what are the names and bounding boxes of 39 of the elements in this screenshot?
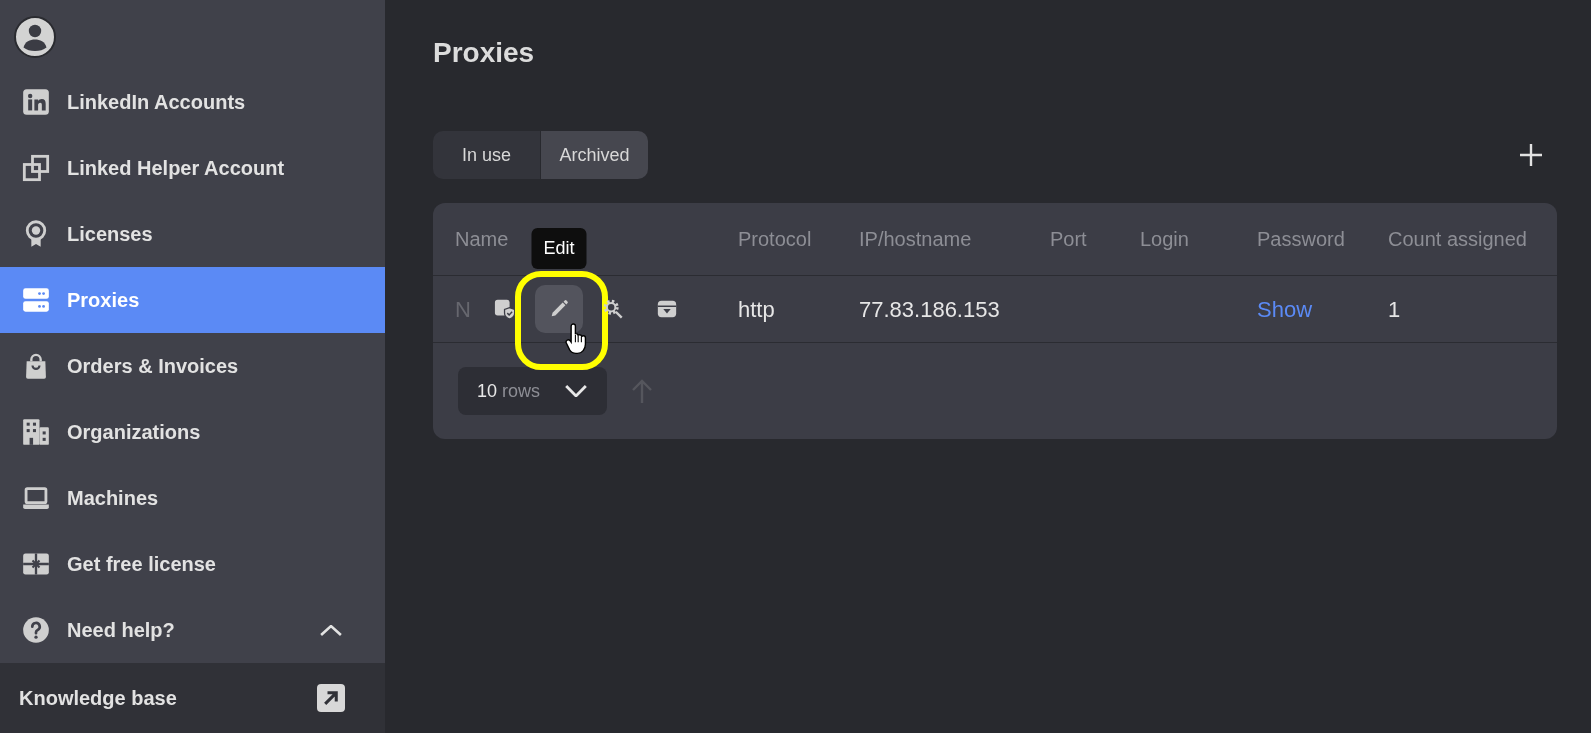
sidebar-item[interactable]: Licenses (0, 201, 385, 267)
linkedin-icon (22, 88, 50, 116)
tooltip: Edit (531, 228, 587, 269)
tab[interactable]: Archived (541, 131, 648, 179)
knowledge-base-link[interactable]: Knowledge base (0, 663, 385, 733)
chevron-down-icon (565, 385, 587, 397)
sidebar-item[interactable]: Get free license (0, 531, 385, 597)
building-icon (22, 418, 50, 446)
table-cell: 1 (1388, 296, 1401, 322)
column-header: Protocol (738, 227, 812, 252)
overlapping-squares-icon (22, 154, 50, 182)
gear-icon (601, 298, 624, 320)
sidebar-item[interactable]: Orders & Invoices (0, 333, 385, 399)
tab[interactable]: In use (433, 131, 540, 179)
user-avatar-icon[interactable] (14, 16, 56, 58)
edit-button[interactable] (534, 285, 583, 333)
column-header: Name (455, 227, 509, 252)
help-toggle[interactable]: Need help? (0, 597, 385, 663)
sidebar-item[interactable]: Organizations (0, 399, 385, 465)
column-header: Password (1257, 227, 1345, 252)
page-title: Proxies (433, 37, 535, 69)
external-link-icon[interactable] (317, 684, 345, 712)
sidebar-item[interactable]: LinkedIn Accounts (0, 69, 385, 135)
column-header: IP/hostname (859, 227, 972, 252)
column-header: Port (1050, 227, 1087, 252)
table-cell: http (738, 296, 775, 322)
table-cell: 77.83.186.153 (859, 296, 1000, 322)
plus-icon[interactable] (1520, 144, 1542, 166)
column-header: Count assigned (1388, 227, 1527, 252)
laptop-icon (22, 484, 50, 512)
shield-card-icon (493, 298, 516, 320)
column-header: Login (1140, 227, 1189, 252)
question-mark-icon (22, 616, 50, 644)
sidebar-item[interactable]: Machines (0, 465, 385, 531)
archive-icon (655, 298, 678, 320)
sidebar-item[interactable]: Linked Helper Account (0, 135, 385, 201)
server-icon (22, 286, 50, 314)
hand-pointer-icon (564, 323, 589, 355)
rows-per-page-select[interactable]: 10 rows (458, 367, 607, 415)
